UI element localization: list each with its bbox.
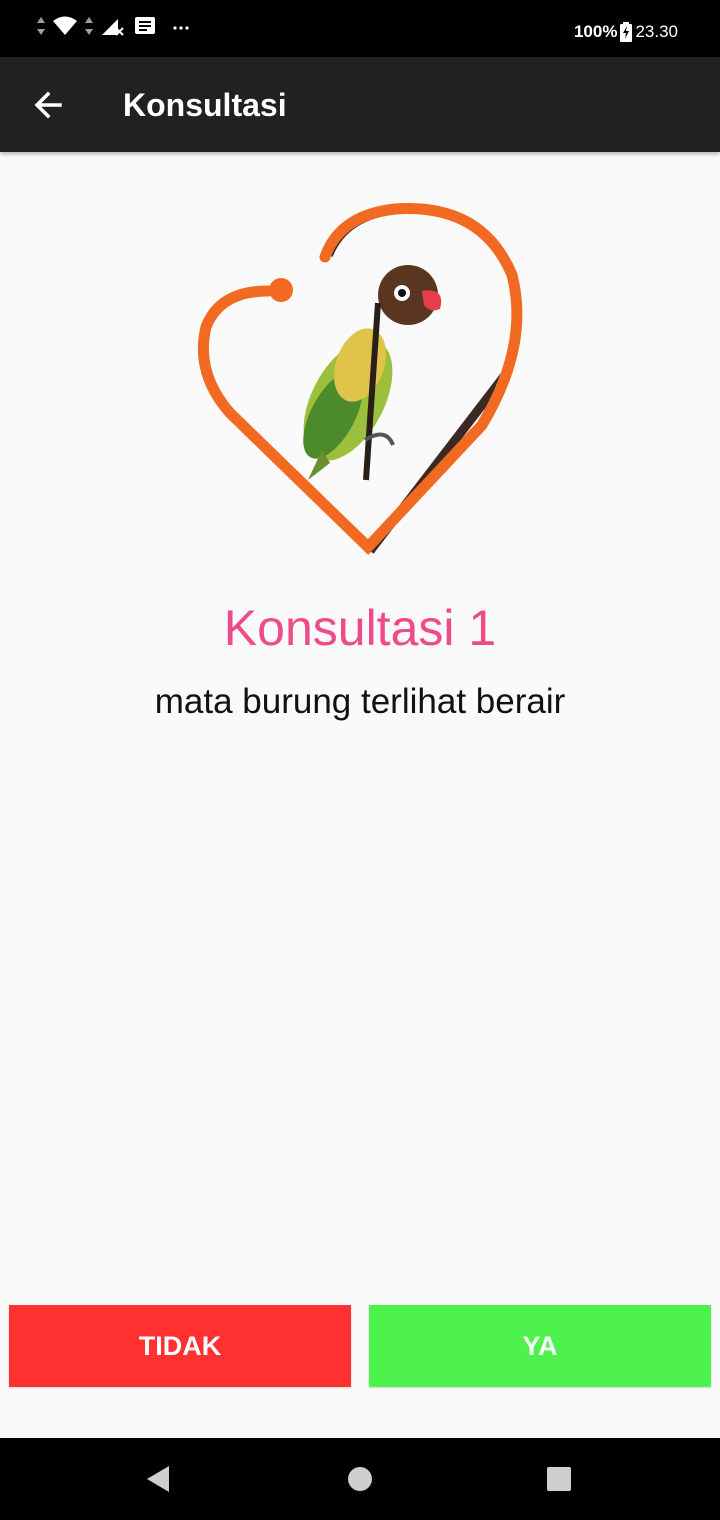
- data-arrows-icon: [37, 17, 45, 35]
- question-title: Konsultasi 1: [223, 600, 497, 656]
- recents-square-icon[interactable]: [542, 1462, 576, 1496]
- back-button[interactable]: [24, 81, 72, 129]
- yes-button[interactable]: YA: [369, 1305, 711, 1387]
- wifi-icon: [53, 16, 77, 35]
- heart-stethoscope-bird-logo: [197, 203, 523, 555]
- status-icons-right: 100% 23.30: [574, 20, 678, 44]
- question-text: mata burung terlihat berair: [154, 682, 566, 721]
- more-notifications-icon: [173, 26, 189, 30]
- no-button[interactable]: TIDAK: [9, 1305, 351, 1387]
- battery-charging-icon: [620, 22, 633, 42]
- status-time: 23.30: [635, 22, 678, 41]
- data-arrows-icon: [85, 17, 93, 35]
- app-toolbar: Konsultasi: [0, 57, 720, 152]
- status-bar: 100% 23.30: [0, 0, 720, 57]
- page-title: Konsultasi: [123, 87, 287, 123]
- status-icons-left: [36, 12, 190, 40]
- back-triangle-icon[interactable]: [141, 1462, 175, 1496]
- home-circle-icon[interactable]: [343, 1462, 377, 1496]
- signal-off-icon: [102, 19, 124, 36]
- arrow-left-icon: [34, 91, 62, 119]
- battery-percent: 100%: [573, 22, 618, 41]
- message-notification-icon: [135, 17, 155, 34]
- app-logo: [190, 195, 530, 565]
- system-nav-bar: [0, 1438, 720, 1520]
